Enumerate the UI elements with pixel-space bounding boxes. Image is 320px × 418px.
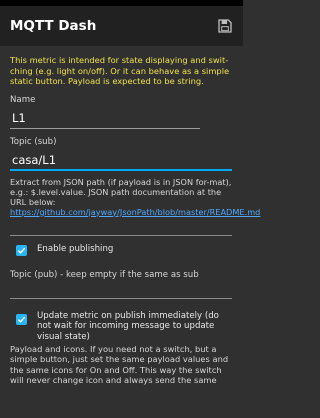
json-path-field[interactable] bbox=[10, 234, 232, 236]
topic-pub-label: Topic (pub) - keep empty if the same as … bbox=[10, 269, 199, 280]
update-metric-row[interactable]: Update metric on publish immediately (do… bbox=[10, 311, 233, 343]
json-path-help-text: Extract from JSON path (if payload is in… bbox=[10, 176, 232, 207]
update-metric-checkbox[interactable] bbox=[16, 313, 27, 325]
topic-sub-label: Topic (sub) bbox=[10, 136, 57, 147]
topic-sub-underline bbox=[10, 168, 232, 171]
json-path-help: Extract from JSON path (if payload is in… bbox=[10, 176, 260, 217]
name-value: L1 bbox=[12, 110, 26, 125]
check-icon bbox=[17, 316, 26, 323]
name-underline bbox=[10, 127, 200, 129]
topic-pub-field[interactable] bbox=[10, 297, 232, 299]
enable-publishing-label: Enable publishing bbox=[37, 243, 114, 254]
save-icon bbox=[218, 19, 232, 33]
name-label: Name bbox=[10, 94, 36, 105]
payload-help-text: Payload and icons. If you need not a swi… bbox=[10, 344, 229, 385]
json-path-docs-link[interactable]: https://github.com/jayway/JsonPath/blob/… bbox=[10, 207, 260, 217]
app-title: MQTT Dash bbox=[10, 18, 97, 34]
enable-publishing-checkbox[interactable] bbox=[16, 244, 27, 256]
topic-sub-field[interactable]: casa/L1 bbox=[10, 151, 232, 171]
enable-publishing-row[interactable]: Enable publishing bbox=[10, 244, 233, 256]
check-icon bbox=[17, 247, 26, 254]
app-bar: MQTT Dash bbox=[0, 6, 243, 46]
info-text: This metric is intended for state displa… bbox=[10, 55, 230, 86]
name-field[interactable]: L1 bbox=[10, 109, 200, 129]
form-content: This metric is intended for state displa… bbox=[0, 55, 260, 385]
topic-sub-value: casa/L1 bbox=[12, 152, 57, 167]
update-metric-label: Update metric on publish immediately (do… bbox=[37, 310, 219, 342]
save-button[interactable] bbox=[217, 18, 233, 34]
